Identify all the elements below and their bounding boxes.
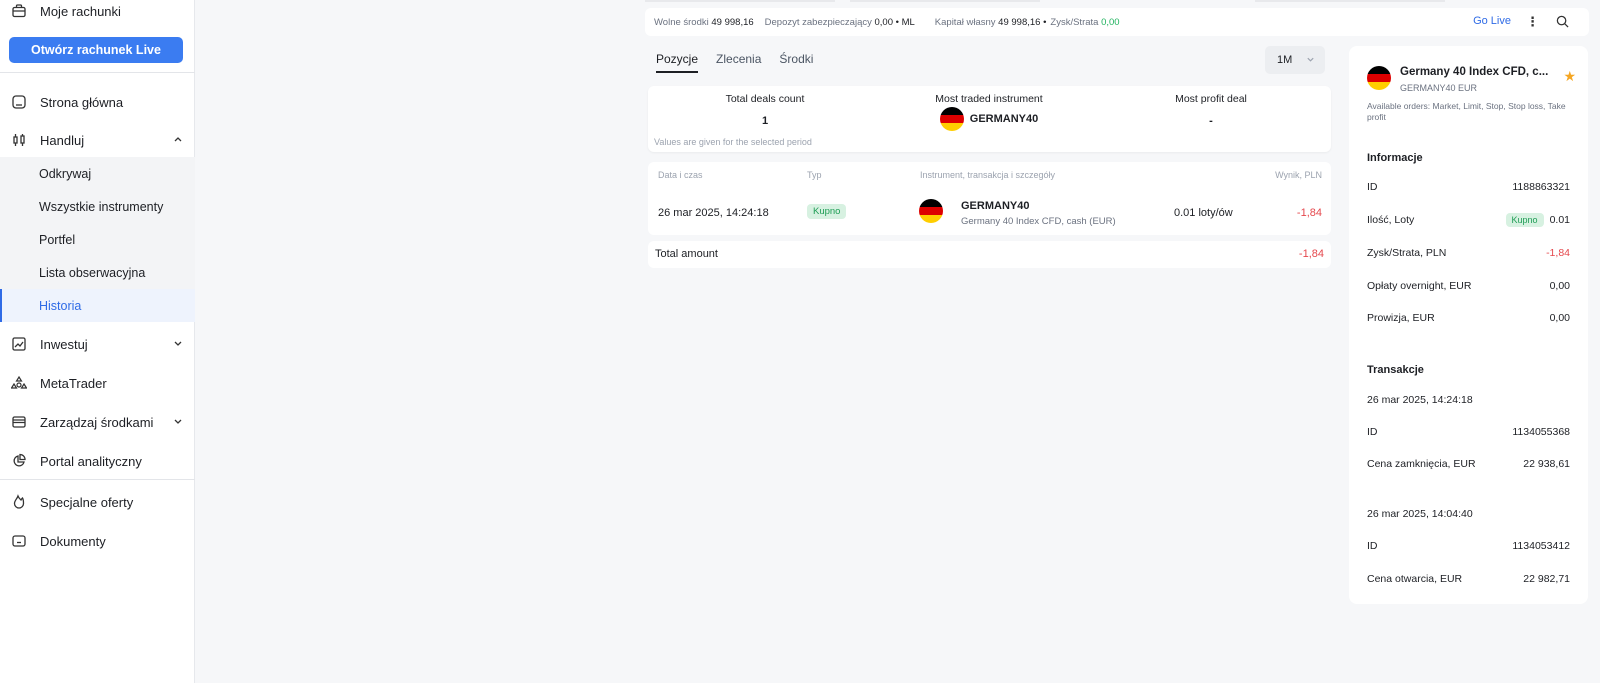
go-live-link[interactable]: Go Live <box>1473 15 1511 27</box>
history-tabs: Pozycje Zlecenia Środki <box>656 52 831 73</box>
total-deals-stat: Total deals count 1 <box>725 93 805 127</box>
row-description: Germany 40 Index CFD, cash (EUR) <box>961 216 1116 227</box>
instrument-title: Germany 40 Index CFD, c... <box>1400 66 1549 78</box>
period-select[interactable]: 1M <box>1265 46 1325 74</box>
sidebar-item-label: Handluj <box>40 132 85 148</box>
most-profit-stat: Most profit deal - <box>1175 93 1247 127</box>
transaction-date: 26 mar 2025, 14:24:18 <box>1367 394 1473 406</box>
sidebar-item-label: MetaTrader <box>40 375 107 391</box>
info-commission: Prowizja, EUR 0,00 <box>1367 312 1570 324</box>
flame-icon <box>10 493 28 511</box>
sidebar-item-label: Inwestuj <box>40 336 88 352</box>
sidebar-item-label: Dokumenty <box>40 533 106 549</box>
divider <box>0 479 195 480</box>
info-overnight: Opłaty overnight, EUR 0,00 <box>1367 280 1570 292</box>
total-amount-row: Total amount -1,84 <box>648 241 1331 268</box>
sidebar-subitem-history[interactable]: Historia <box>0 289 195 322</box>
row-symbol: GERMANY40 <box>961 200 1030 212</box>
available-orders: Available orders: Market, Limit, Stop, S… <box>1367 101 1566 122</box>
column-header-instrument: Instrument, transakcja i szczegóły <box>920 170 1056 180</box>
sidebar-item-label: Specjalne oferty <box>40 494 134 510</box>
column-header-result: Wynik, PLN <box>1275 170 1322 180</box>
sidebar-item-label: Zarządzaj środkami <box>40 414 154 430</box>
free-funds: Wolne środki 49 998,16 <box>654 16 754 28</box>
row-result: -1,84 <box>1296 207 1322 219</box>
most-traded-stat: Most traded instrument GERMANY40 <box>889 93 1089 131</box>
total-label: Total amount <box>655 248 718 260</box>
transaction-date: 26 mar 2025, 14:04:40 <box>1367 508 1473 520</box>
type-badge: Kupno <box>807 204 847 219</box>
chevron-down-icon[interactable] <box>173 415 183 430</box>
transaction-open-price: Cena otwarcia, EUR 22 982,71 <box>1367 573 1570 585</box>
tab-orders[interactable]: Zlecenia <box>716 52 761 73</box>
home-icon <box>10 93 28 111</box>
open-live-account-button[interactable]: Otwórz rachunek Live <box>9 37 183 63</box>
divider <box>0 72 195 73</box>
tab-positions[interactable]: Pozycje <box>656 52 699 73</box>
top-edge <box>645 0 835 2</box>
sidebar-item-my-accounts[interactable]: Moje rachunki <box>0 0 195 22</box>
candlestick-icon <box>10 131 28 149</box>
top-edge <box>850 0 1040 2</box>
sidebar-subitem-watchlist[interactable]: Lista obserwacyjna <box>0 256 195 289</box>
sidebar-item-trade[interactable]: Handluj <box>0 128 195 152</box>
period-stats-card: Total deals count 1 Most traded instrume… <box>648 86 1331 152</box>
wallet-icon <box>10 413 28 431</box>
sidebar-subitem-discover[interactable]: Odkrywaj <box>0 157 195 190</box>
column-header-type: Typ <box>807 170 822 180</box>
tab-funds[interactable]: Środki <box>779 52 813 73</box>
profit-loss: Zysk/Strata 0,00 <box>1050 16 1120 28</box>
deal-details-panel: Germany 40 Index CFD, c... GERMANY40 EUR… <box>1349 46 1588 604</box>
briefcase-icon <box>10 2 28 20</box>
chevron-down-icon[interactable] <box>173 337 183 352</box>
history-table: Data i czas Typ Instrument, transakcja i… <box>648 162 1331 235</box>
sidebar-item-analytics[interactable]: Portal analityczny <box>0 449 195 473</box>
sidebar-subitem-portfolio[interactable]: Portfel <box>0 223 195 256</box>
star-icon[interactable]: ★ <box>1563 68 1576 85</box>
row-volume: 0.01 loty/ów <box>1174 207 1233 219</box>
folder-icon <box>10 532 28 550</box>
period-note: Values are given for the selected period <box>654 137 812 147</box>
type-badge: Kupno <box>1505 213 1544 227</box>
pie-chart-icon <box>10 452 28 470</box>
search-icon[interactable] <box>1556 15 1569 31</box>
chevron-up-icon[interactable] <box>173 133 183 148</box>
info-header: Informacje <box>1367 152 1423 164</box>
chart-line-icon <box>10 335 28 353</box>
row-date: 26 mar 2025, 14:24:18 <box>658 207 769 219</box>
germany-flag-icon <box>919 199 943 223</box>
sidebar-item-label: Portal analityczny <box>40 453 142 469</box>
info-quantity: Ilość, Loty Kupno 0.01 <box>1367 213 1570 227</box>
sidebar-subitem-all-instruments[interactable]: Wszystkie instrumenty <box>0 190 195 223</box>
transactions-header: Transakcje <box>1367 364 1424 376</box>
sidebar-item-home[interactable]: Strona główna <box>0 90 195 114</box>
metatrader-icon <box>10 374 28 392</box>
transaction-id: ID 1134053412 <box>1367 540 1570 552</box>
chevron-down-icon <box>1306 55 1315 67</box>
sidebar-item-manage-funds[interactable]: Zarządzaj środkami <box>0 410 195 434</box>
column-header-date: Data i czas <box>658 170 703 180</box>
sidebar-item-label: Strona główna <box>40 94 124 110</box>
germany-flag-icon <box>1367 66 1391 90</box>
sidebar: Moje rachunki Otwórz rachunek Live Stron… <box>0 0 195 683</box>
more-options-icon[interactable]: ⋮ <box>1526 14 1539 30</box>
top-edge <box>1255 0 1445 2</box>
info-pnl: Zysk/Strata, PLN -1,84 <box>1367 247 1570 259</box>
instrument-subtitle: GERMANY40 EUR <box>1400 83 1478 93</box>
margin: Depozyt zabezpieczający 0,00 • ML <box>764 16 915 28</box>
equity: Kapitał własny 49 998,16 • <box>934 16 1047 28</box>
sidebar-item-special-offers[interactable]: Specjalne oferty <box>0 490 195 514</box>
germany-flag-icon <box>939 107 964 131</box>
total-value: -1,84 <box>1298 248 1324 260</box>
account-summary-bar: Wolne środki 49 998,16 Depozyt zabezpiec… <box>645 8 1589 36</box>
transaction-close-price: Cena zamknięcia, EUR 22 938,61 <box>1367 458 1570 470</box>
sidebar-item-documents[interactable]: Dokumenty <box>0 529 195 553</box>
info-id: ID 1188863321 <box>1367 181 1570 193</box>
sidebar-item-invest[interactable]: Inwestuj <box>0 332 195 356</box>
transaction-id: ID 1134055368 <box>1367 426 1570 438</box>
sidebar-item-label: Moje rachunki <box>40 3 121 19</box>
sidebar-item-metatrader[interactable]: MetaTrader <box>0 371 195 395</box>
